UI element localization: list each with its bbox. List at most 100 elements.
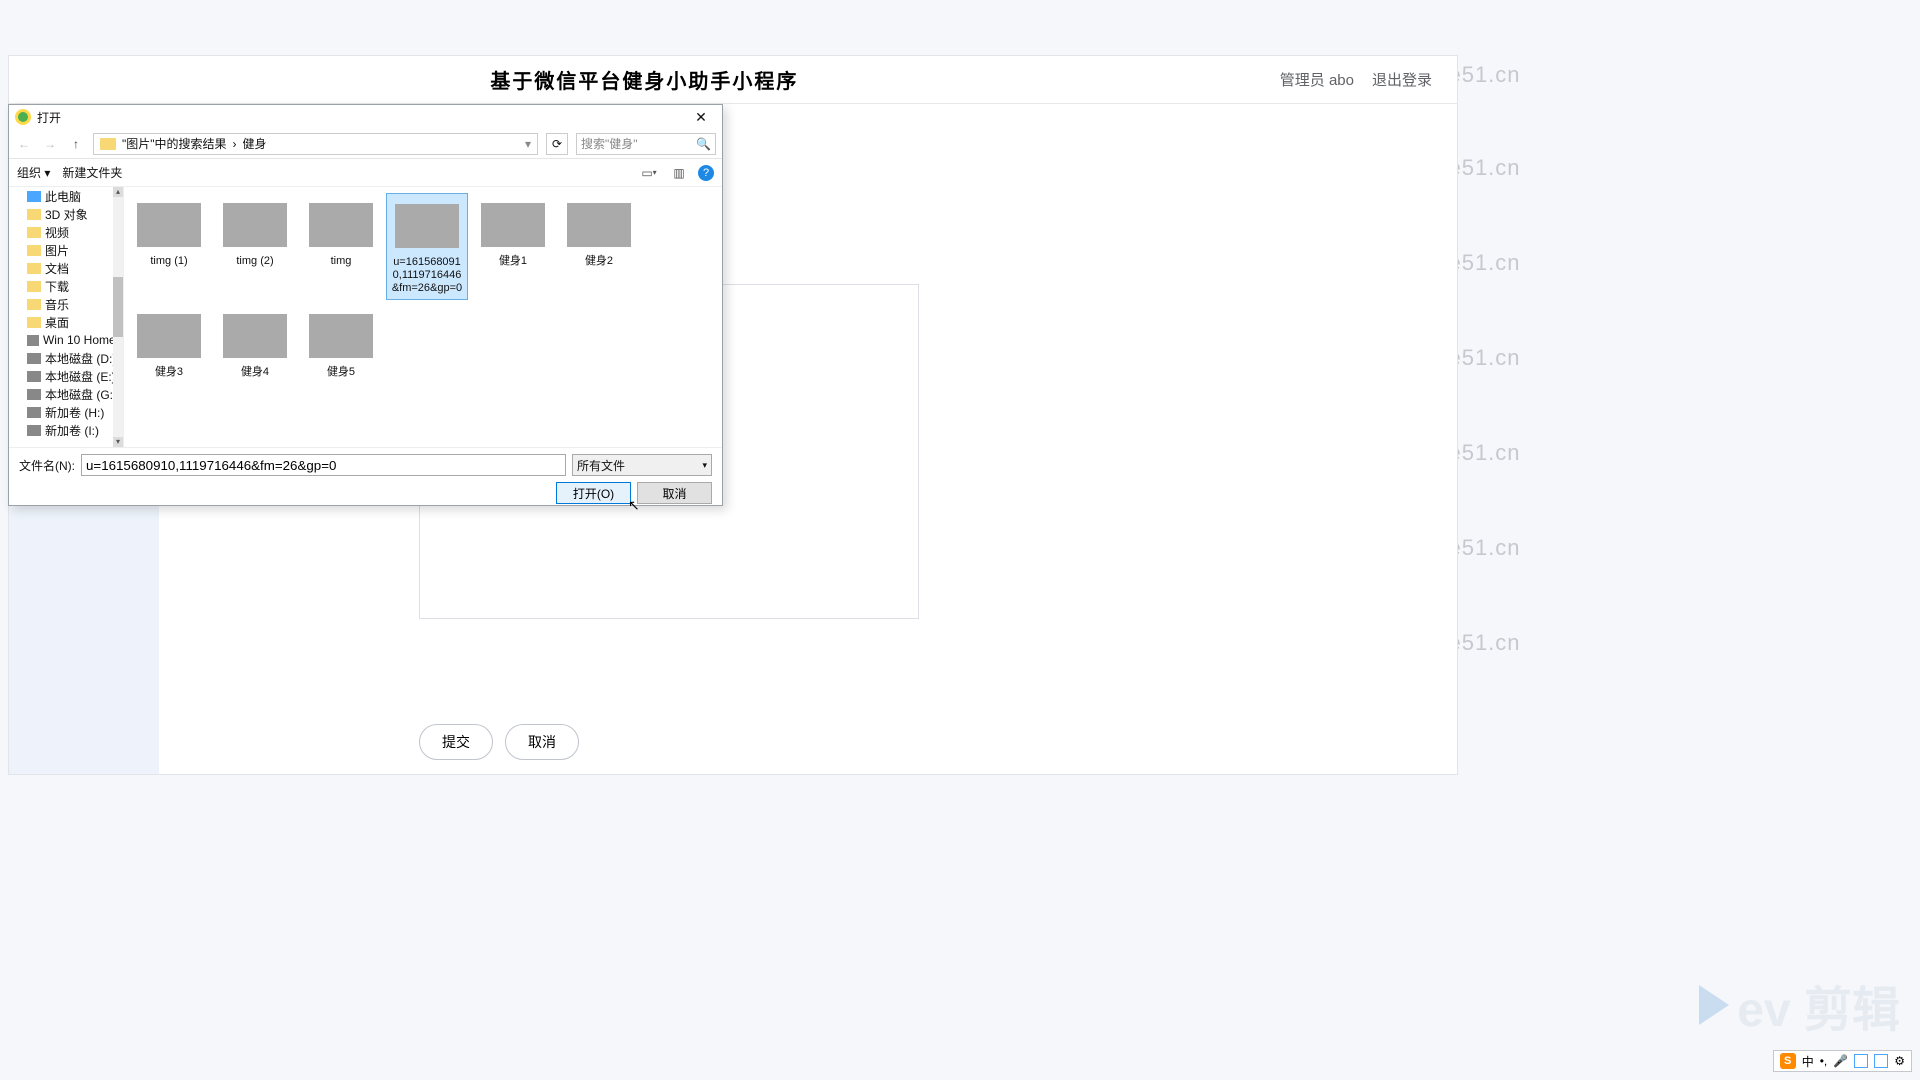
file-label: timg (2) [236, 255, 273, 268]
nav-back-icon[interactable]: ← [15, 137, 33, 151]
tree-label: 新加卷 (I:) [45, 422, 99, 439]
filename-input[interactable] [81, 454, 566, 476]
folder-icon [27, 281, 41, 292]
tree-label: 桌面 [45, 314, 69, 331]
sogou-icon[interactable]: S [1780, 1053, 1796, 1069]
ime-punct[interactable]: •, [1820, 1054, 1828, 1068]
tree-node[interactable]: 下载 [9, 277, 123, 295]
nav-up-icon[interactable]: ↑ [67, 137, 85, 151]
chevron-down-icon: ▾ [44, 166, 50, 180]
thumbnail [309, 203, 373, 247]
help-icon[interactable]: ? [698, 165, 714, 181]
close-icon[interactable]: ✕ [686, 109, 716, 126]
organize-menu[interactable]: 组织 ▾ [17, 164, 50, 181]
ime-tray[interactable]: S 中 •, 🎤 ⚙ [1773, 1050, 1912, 1072]
folder-icon [100, 138, 116, 150]
tree-node[interactable]: 3D 对象 [9, 205, 123, 223]
path-sep: › [233, 137, 237, 151]
tree-node[interactable]: 新加卷 (H:) [9, 403, 123, 421]
scroll-down-icon[interactable]: ▾ [113, 437, 123, 447]
nav-forward-icon[interactable]: → [41, 137, 59, 151]
tree-node[interactable]: 音乐 [9, 295, 123, 313]
play-icon [1699, 985, 1729, 1025]
folder-icon [27, 425, 41, 436]
file-label: 健身5 [327, 366, 355, 379]
new-folder-button[interactable]: 新建文件夹 [62, 164, 122, 181]
tree-node[interactable]: 图片 [9, 241, 123, 259]
folder-icon [27, 227, 41, 238]
page-title: 基于微信平台健身小助手小程序 [9, 65, 1280, 94]
admin-label[interactable]: 管理员 abo [1280, 69, 1354, 90]
path-bar[interactable]: "图片"中的搜索结果 › 健身 ▾ [93, 133, 538, 155]
file-item[interactable]: timg (1) [128, 193, 210, 300]
cancel-button[interactable]: 取消 [505, 724, 579, 760]
tree-label: 视频 [45, 224, 69, 241]
logout-link[interactable]: 退出登录 [1372, 69, 1432, 90]
tree-node[interactable]: 本地磁盘 (D:) [9, 349, 123, 367]
tree-label: 本地磁盘 (E:) [45, 368, 116, 385]
thumbnail [481, 203, 545, 247]
file-item[interactable]: 健身4 [214, 304, 296, 383]
preview-pane-icon[interactable]: ▥ [668, 164, 690, 182]
file-item[interactable]: 健身3 [128, 304, 210, 383]
search-icon: 🔍 [696, 137, 711, 151]
tree-node[interactable]: Win 10 Home › [9, 331, 123, 349]
ime-lang[interactable]: 中 [1802, 1053, 1814, 1070]
ev-logo: ev 剪辑 [1699, 970, 1900, 1040]
path-segment[interactable]: 健身 [243, 135, 267, 152]
tree-node[interactable]: 本地磁盘 (G:) [9, 385, 123, 403]
thumbnail [567, 203, 631, 247]
submit-button[interactable]: 提交 [419, 724, 493, 760]
file-label: 健身3 [155, 366, 183, 379]
open-button[interactable]: 打开(O) [556, 482, 631, 504]
tree-node[interactable]: 桌面 [9, 313, 123, 331]
file-open-dialog: 打开 ✕ ← → ↑ "图片"中的搜索结果 › 健身 ▾ ⟳ 搜索"健身" 🔍 … [8, 104, 723, 506]
thumbnail [137, 314, 201, 358]
scroll-up-icon[interactable]: ▴ [113, 187, 123, 197]
folder-icon [27, 299, 41, 310]
file-label: u=1615680910,1119716446&fm=26&gp=0 [389, 256, 465, 295]
tree-label: 本地磁盘 (G:) [45, 386, 117, 403]
tree-label: 此电脑 [45, 188, 81, 205]
tree-scrollbar[interactable]: ▴ ▾ [113, 187, 123, 447]
tree-label: 本地磁盘 (D:) [45, 350, 116, 367]
file-item[interactable]: timg [300, 193, 382, 300]
tree-node[interactable]: 此电脑 [9, 187, 123, 205]
thumbnail [309, 314, 373, 358]
file-item[interactable]: timg (2) [214, 193, 296, 300]
folder-tree[interactable]: 此电脑3D 对象视频图片文档下载音乐桌面Win 10 Home ›本地磁盘 (D… [9, 187, 124, 447]
folder-icon [27, 263, 41, 274]
path-segment[interactable]: "图片"中的搜索结果 [122, 135, 227, 152]
dialog-cancel-button[interactable]: 取消 [637, 482, 712, 504]
scroll-thumb[interactable] [113, 277, 123, 337]
app-topbar: 基于微信平台健身小助手小程序 管理员 abo 退出登录 [9, 56, 1457, 104]
ime-panel-icon[interactable] [1874, 1054, 1888, 1068]
file-label: 健身4 [241, 366, 269, 379]
search-placeholder: 搜索"健身" [581, 135, 638, 152]
tree-node[interactable]: 新加卷 (I:) [9, 421, 123, 439]
tree-label: 新加卷 (H:) [45, 404, 104, 421]
file-item[interactable]: 健身1 [472, 193, 554, 300]
keyboard-icon[interactable] [1854, 1054, 1868, 1068]
dialog-toolbar: 组织 ▾ 新建文件夹 ▭ ▾ ▥ ? [9, 159, 722, 187]
file-grid[interactable]: timg (1) timg (2) timgu=1615680910,1119716… [124, 187, 722, 447]
filetype-select[interactable]: 所有文件▾ [572, 454, 712, 476]
folder-icon [27, 407, 41, 418]
tree-node[interactable]: 本地磁盘 (E:) [9, 367, 123, 385]
tree-node[interactable]: 文档 [9, 259, 123, 277]
refresh-icon[interactable]: ⟳ [546, 133, 568, 155]
file-item[interactable]: u=1615680910,1119716446&fm=26&gp=0 [386, 193, 468, 300]
mic-icon[interactable]: 🎤 [1833, 1054, 1848, 1068]
chevron-down-icon[interactable]: ▾ [525, 137, 531, 151]
file-item[interactable]: 健身2 [558, 193, 640, 300]
view-mode-icon[interactable]: ▭ ▾ [638, 164, 660, 182]
ime-settings-icon[interactable]: ⚙ [1894, 1054, 1905, 1068]
folder-icon [27, 389, 41, 400]
file-item[interactable]: 健身5 [300, 304, 382, 383]
tree-label: 音乐 [45, 296, 69, 313]
dialog-search[interactable]: 搜索"健身" 🔍 [576, 133, 716, 155]
tree-node[interactable]: 视频 [9, 223, 123, 241]
chrome-icon [15, 109, 31, 125]
file-label: timg (1) [150, 255, 187, 268]
file-label: 健身1 [499, 255, 527, 268]
